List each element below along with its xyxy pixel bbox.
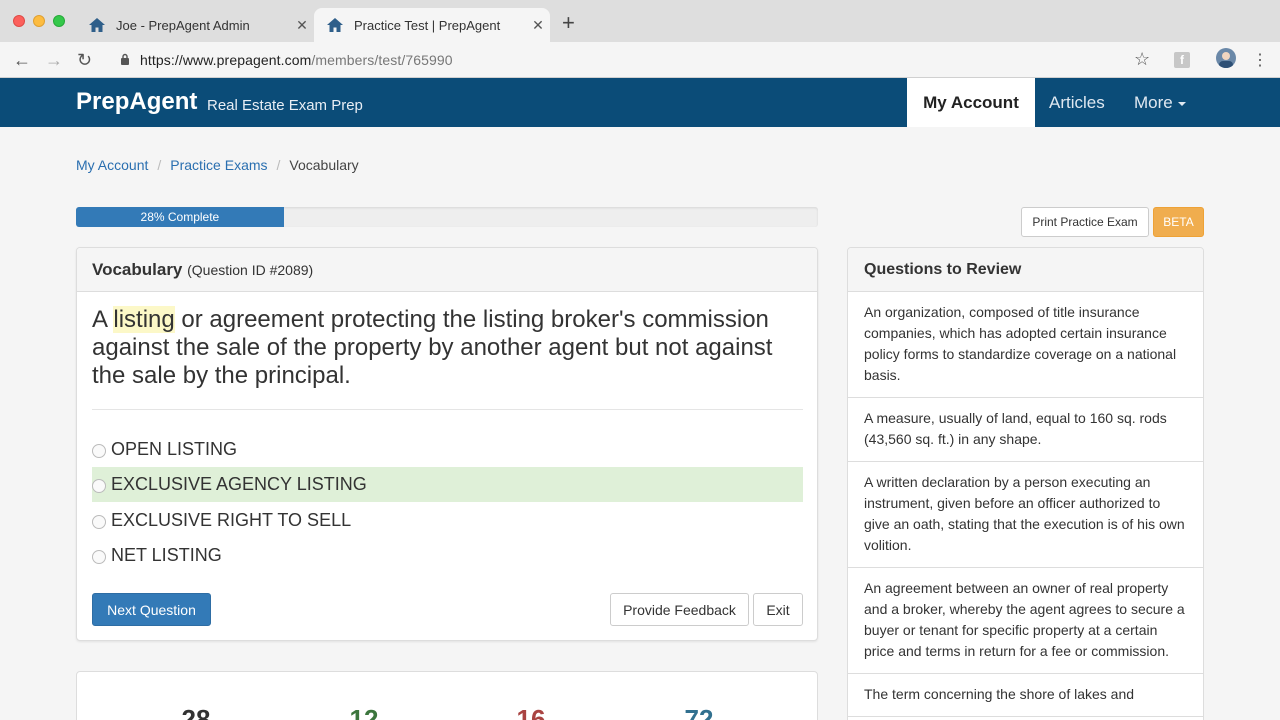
minimize-window-button[interactable] — [33, 15, 45, 27]
facebook-extension-icon[interactable]: f — [1174, 52, 1190, 68]
question-category: Vocabulary — [92, 260, 183, 279]
question-text-start: A — [92, 306, 114, 333]
breadcrumb-practice-exams[interactable]: Practice Exams — [170, 157, 267, 173]
radio-button[interactable] — [92, 515, 106, 529]
radio-button[interactable] — [92, 550, 106, 564]
review-item[interactable]: A written declaration by a person execut… — [848, 462, 1203, 568]
radio-button[interactable] — [92, 479, 106, 493]
beta-badge-button[interactable]: BETA — [1153, 207, 1204, 237]
question-header: Vocabulary (Question ID #2089) — [77, 248, 817, 292]
url-path: /members/test/765990 — [311, 52, 453, 68]
next-question-button[interactable]: Next Question — [92, 593, 211, 626]
stat-total: 28 — [181, 704, 211, 720]
answer-label: EXCLUSIVE AGENCY LISTING — [111, 474, 367, 494]
question-panel: Vocabulary (Question ID #2089) A listing… — [76, 247, 818, 641]
breadcrumb: My Account / Practice Exams / Vocabulary — [76, 157, 359, 173]
back-arrow-icon[interactable]: ← — [13, 50, 31, 70]
review-panel-title: Questions to Review — [848, 248, 1203, 292]
browser-tab-admin[interactable]: Joe - PrepAgent Admin ✕ — [76, 8, 314, 42]
bookmark-star-icon[interactable]: ☆ — [1134, 49, 1150, 70]
site-navbar: PrepAgent Real Estate Exam Prep My Accou… — [0, 78, 1280, 127]
nav-more[interactable]: More — [1134, 93, 1186, 113]
answer-option-4[interactable]: NET LISTING — [92, 538, 803, 573]
browser-tab-bar: Joe - PrepAgent Admin ✕ Practice Test | … — [0, 0, 1280, 42]
stat-correct: 12 — [349, 704, 379, 720]
breadcrumb-my-account[interactable]: My Account — [76, 157, 148, 173]
tab-title: Joe - PrepAgent Admin — [116, 17, 250, 33]
answer-option-1[interactable]: OPEN LISTING — [92, 432, 803, 467]
answer-label: EXCLUSIVE RIGHT TO SELL — [111, 510, 352, 530]
answer-label: NET LISTING — [111, 545, 222, 565]
review-item[interactable]: A measure, usually of land, equal to 160… — [848, 398, 1203, 462]
close-tab-icon[interactable]: ✕ — [526, 17, 550, 34]
close-window-button[interactable] — [13, 15, 25, 27]
reload-icon[interactable]: ↻ — [77, 50, 92, 70]
review-item[interactable]: An agreement between an owner of real pr… — [848, 568, 1203, 674]
stat-remaining: 72 — [684, 704, 714, 720]
nav-articles[interactable]: Articles — [1049, 93, 1105, 113]
score-stats-panel: 28 12 16 72 — [76, 671, 818, 720]
url-field[interactable]: https://www.prepagent.com/members/test/7… — [140, 52, 453, 68]
browser-menu-icon[interactable]: ⋮ — [1252, 50, 1268, 70]
house-icon — [327, 18, 343, 32]
browser-tab-practice-test[interactable]: Practice Test | PrepAgent ✕ — [314, 8, 550, 42]
breadcrumb-separator: / — [276, 157, 281, 173]
provide-feedback-button[interactable]: Provide Feedback — [610, 593, 749, 626]
site-brand[interactable]: PrepAgent — [76, 88, 197, 116]
url-host: https://www.prepagent.com — [140, 52, 312, 68]
forward-arrow-icon[interactable]: → — [45, 50, 63, 70]
progress-fill: 28% Complete — [76, 207, 284, 227]
close-tab-icon[interactable]: ✕ — [290, 17, 314, 34]
question-text: A listing or agreement protecting the li… — [92, 306, 792, 390]
question-text-rest: or agreement protecting the listing brok… — [92, 306, 773, 389]
lock-icon — [121, 53, 129, 65]
radio-button[interactable] — [92, 444, 106, 458]
review-item[interactable]: An organization, composed of title insur… — [848, 292, 1203, 398]
highlighted-term: listing — [113, 306, 175, 333]
nav-more-label: More — [1134, 93, 1173, 112]
breadcrumb-separator: / — [157, 157, 162, 173]
progress-bar: 28% Complete — [76, 207, 818, 227]
profile-avatar[interactable] — [1216, 48, 1236, 68]
question-divider — [92, 409, 803, 410]
answer-label: OPEN LISTING — [111, 439, 238, 459]
question-id: (Question ID #2089) — [187, 262, 314, 278]
print-practice-exam-button[interactable]: Print Practice Exam — [1021, 207, 1149, 237]
breadcrumb-current: Vocabulary — [289, 157, 359, 173]
new-tab-button[interactable]: + — [562, 12, 575, 34]
caret-down-icon — [1177, 101, 1186, 106]
house-icon — [89, 18, 105, 32]
answer-option-3[interactable]: EXCLUSIVE RIGHT TO SELL — [92, 503, 803, 538]
site-tagline: Real Estate Exam Prep — [207, 97, 363, 114]
review-item[interactable]: The term concerning the shore of lakes a… — [848, 674, 1203, 717]
answer-option-2[interactable]: EXCLUSIVE AGENCY LISTING — [92, 467, 803, 502]
stat-incorrect: 16 — [516, 704, 546, 720]
address-bar: ← → ↻ https://www.prepagent.com/members/… — [0, 42, 1280, 78]
questions-to-review-panel: Questions to Review An organization, com… — [847, 247, 1204, 720]
exit-button[interactable]: Exit — [753, 593, 803, 626]
tab-title: Practice Test | PrepAgent — [354, 17, 501, 33]
maximize-window-button[interactable] — [53, 15, 65, 27]
nav-my-account[interactable]: My Account — [907, 78, 1035, 127]
